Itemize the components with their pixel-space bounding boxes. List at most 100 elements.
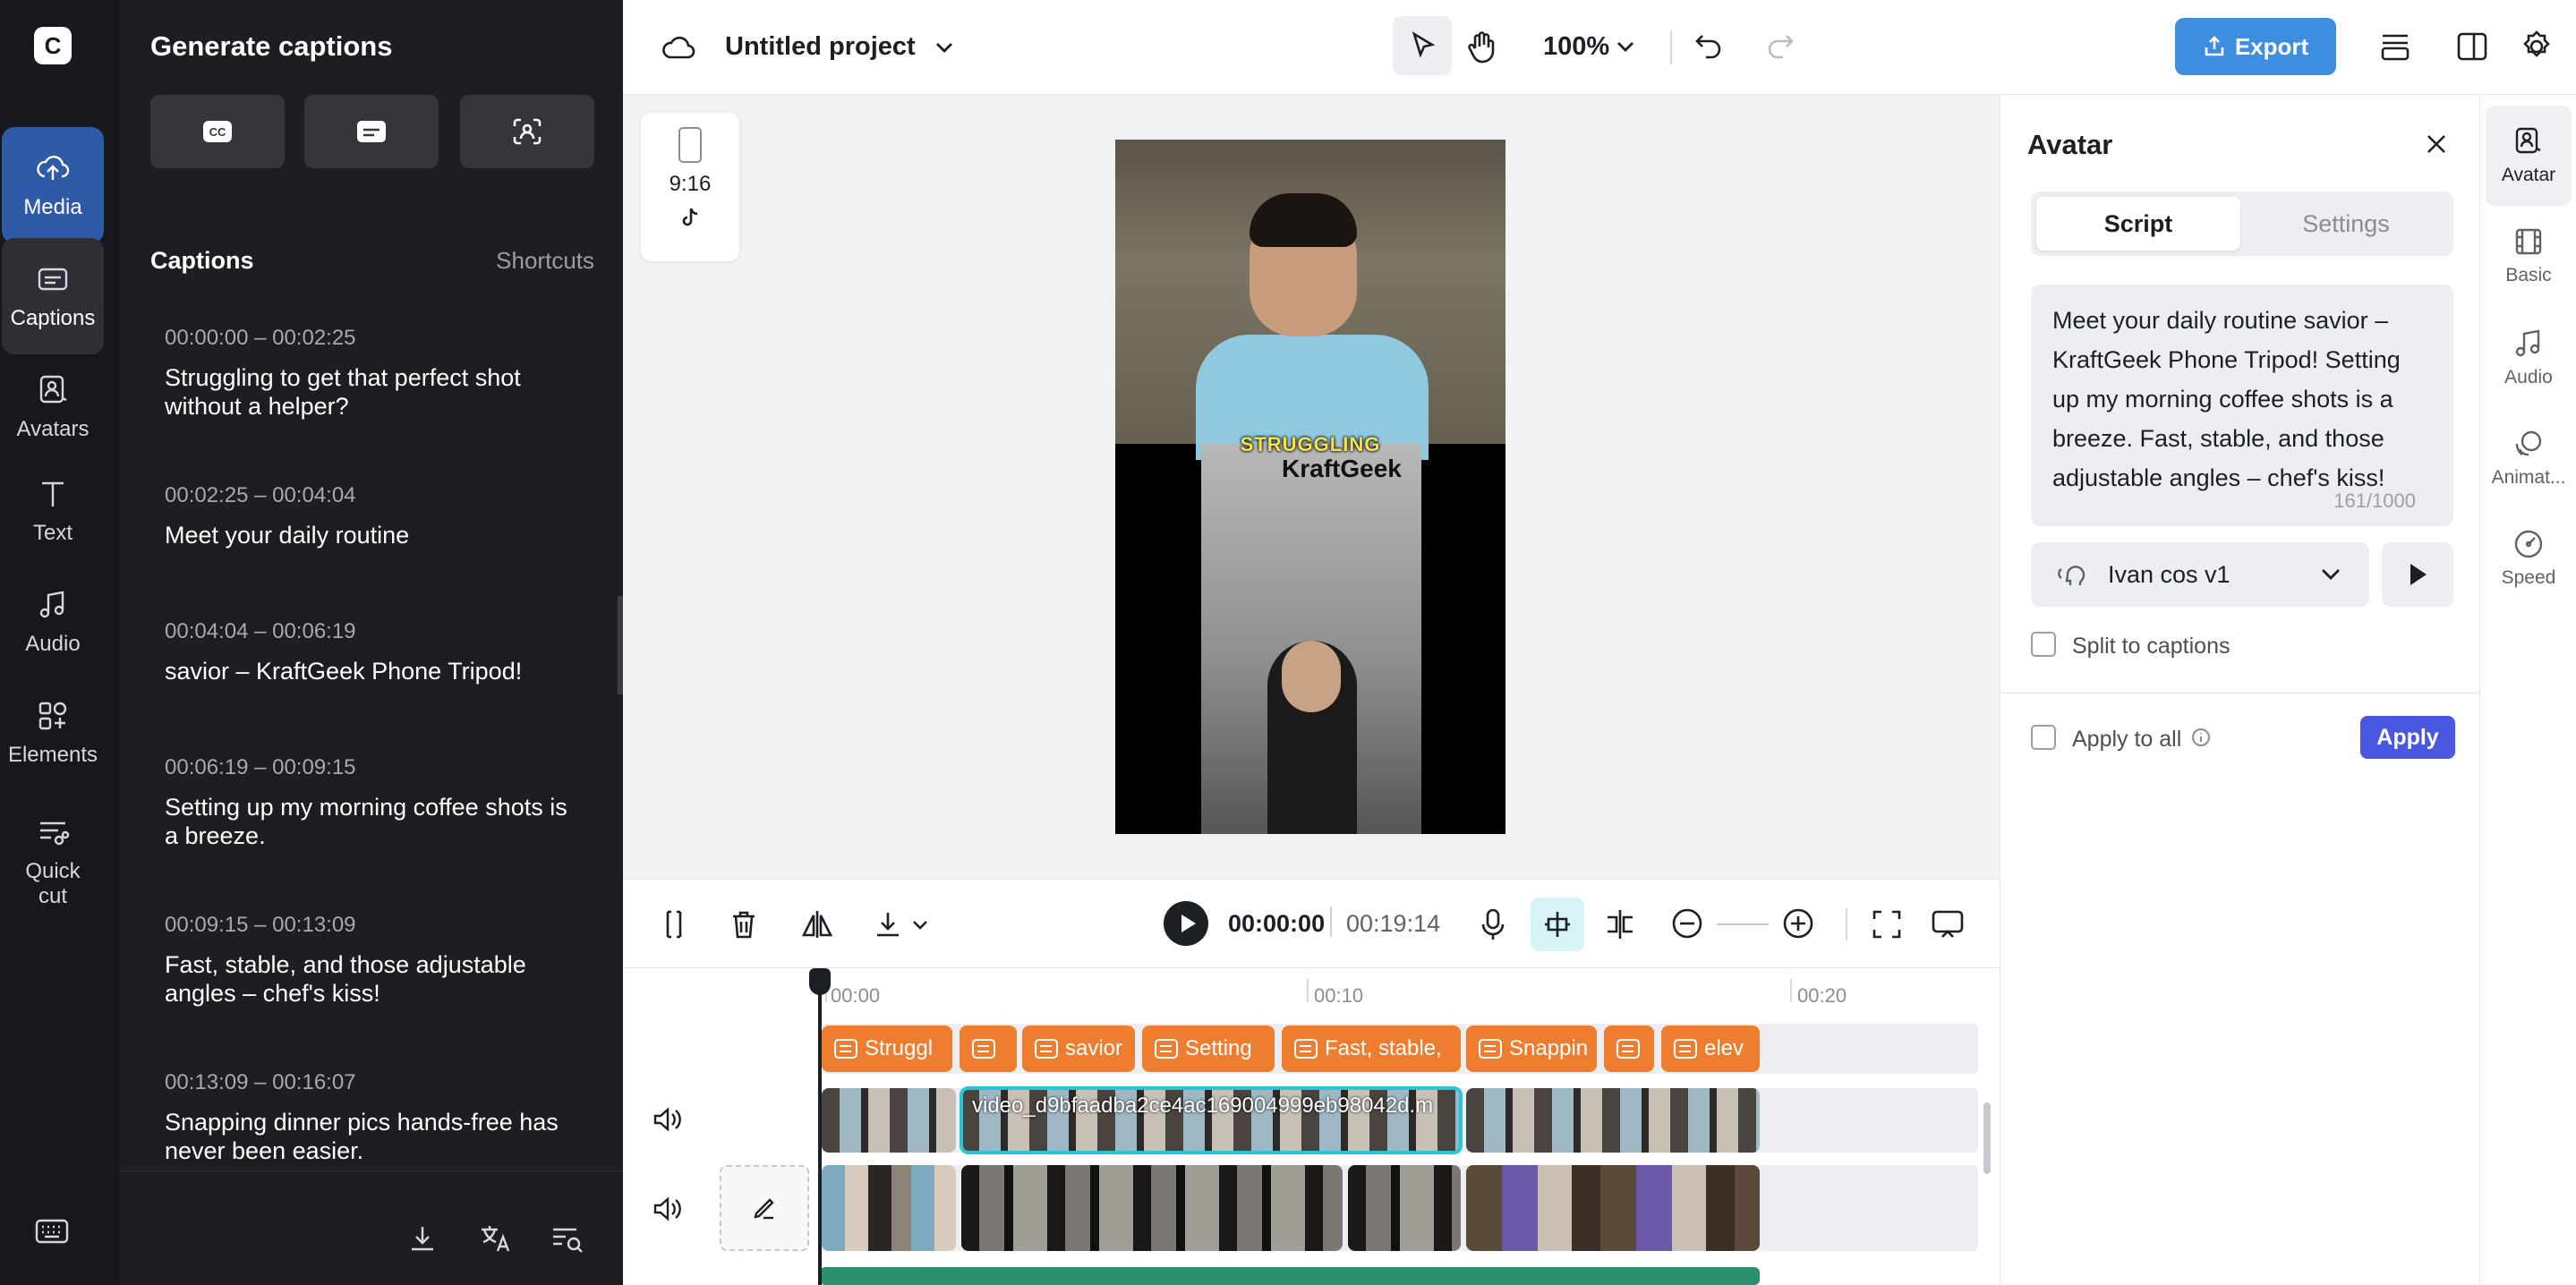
split-to-captions-checkbox[interactable] [2031, 632, 2056, 657]
gear-icon[interactable] [2519, 29, 2555, 64]
caption-overlay[interactable]: STRUGGLING [1115, 433, 1506, 456]
zoom-slider[interactable] [1717, 923, 1769, 925]
mirror-icon[interactable] [800, 908, 834, 940]
caption-text[interactable]: Setting up my morning coffee shots is a … [165, 793, 585, 850]
fit-screen-icon[interactable] [1871, 908, 1903, 940]
project-title[interactable]: Untitled project [725, 32, 916, 62]
microphone-icon[interactable] [1479, 906, 1507, 942]
close-panel-button[interactable] [2423, 131, 2450, 162]
caption-clip[interactable]: Snappin [1466, 1025, 1597, 1072]
caption-item[interactable]: 00:04:04 – 00:06:19 savior – KraftGeek P… [165, 619, 585, 685]
video-preview[interactable]: STRUGGLING KraftGeek [1115, 140, 1506, 834]
caption-text[interactable]: Struggling to get that perfect shot with… [165, 363, 585, 421]
caption-clip[interactable] [960, 1025, 1017, 1072]
caption-item[interactable]: 00:13:09 – 00:16:07 Snapping dinner pics… [165, 1070, 585, 1165]
search-replace-icon[interactable] [550, 1222, 585, 1255]
video-clip[interactable] [1466, 1165, 1760, 1251]
apply-to-all-checkbox[interactable] [2031, 725, 2056, 750]
cloud-sync-icon[interactable] [661, 30, 696, 63]
nav-item-media[interactable]: Media [2, 127, 104, 243]
zoom-in-icon[interactable] [1781, 906, 1815, 940]
keyboard-shortcuts-button[interactable] [34, 1217, 70, 1250]
caption-clip[interactable]: Struggl [822, 1025, 952, 1072]
tab-settings[interactable]: Settings [2244, 197, 2448, 251]
preview-mode-icon[interactable] [1930, 906, 1966, 942]
caption-clip[interactable] [1604, 1025, 1654, 1072]
info-icon[interactable] [2190, 727, 2212, 748]
caption-clip[interactable]: savior [1022, 1025, 1135, 1072]
caption-text[interactable]: Snapping dinner pics hands-free has neve… [165, 1108, 585, 1165]
nav-item-text[interactable]: Text [2, 453, 104, 569]
caption-clip[interactable]: Setting [1142, 1025, 1275, 1072]
snap-toggle[interactable] [1531, 898, 1584, 951]
avatar-video-clip[interactable] [1466, 1088, 1760, 1153]
subtitle-style-button[interactable] [304, 95, 439, 168]
timeline-scrollbar[interactable] [1983, 1102, 1991, 1174]
play-button[interactable] [1164, 901, 1208, 946]
tool-audio[interactable]: Audio [2486, 313, 2572, 403]
aspect-ratio-picker[interactable]: 9:16 [641, 113, 739, 261]
nav-item-audio[interactable]: Audio [2, 564, 104, 680]
video-clip[interactable] [1348, 1165, 1461, 1251]
caption-item[interactable]: 00:09:15 – 00:13:09 Fast, stable, and th… [165, 913, 585, 1008]
chevron-down-icon[interactable] [1615, 36, 1636, 57]
split-icon[interactable] [661, 908, 687, 940]
layers-icon[interactable] [2377, 29, 2413, 64]
preview-canvas[interactable]: 9:16 STRUGGLING KraftGeek [623, 95, 2000, 879]
track-mute-button[interactable] [652, 1196, 682, 1227]
panel-layout-icon[interactable] [2454, 29, 2490, 64]
caption-clip[interactable]: Fast, stable, [1282, 1025, 1461, 1072]
undo-icon[interactable] [1693, 30, 1724, 61]
export-button[interactable]: Export [2175, 18, 2336, 75]
audio-track-clip[interactable] [820, 1267, 1760, 1285]
brand-overlay[interactable]: KraftGeek [1282, 455, 1402, 483]
zoom-out-icon[interactable] [1670, 906, 1704, 940]
playhead[interactable] [809, 968, 831, 1285]
tool-avatar[interactable]: Avatar [2486, 106, 2572, 206]
caption-item[interactable]: 00:00:00 – 00:02:25 Struggling to get th… [165, 326, 585, 421]
video-clip[interactable] [961, 1165, 1343, 1251]
avatar-video-clip[interactable] [822, 1088, 956, 1153]
select-tool-button[interactable] [1393, 16, 1452, 75]
split-at-playhead-icon[interactable] [1602, 906, 1638, 942]
track-mute-button[interactable] [652, 1106, 682, 1137]
hand-icon[interactable] [1466, 30, 1498, 64]
edit-cover-button[interactable] [720, 1165, 809, 1251]
timeline[interactable]: 00:00 00:10 00:20 Struggl savior Setting… [623, 968, 2000, 1285]
zoom-level[interactable]: 100% [1543, 32, 1609, 62]
tool-speed[interactable]: Speed [2486, 514, 2572, 603]
tab-script[interactable]: Script [2036, 197, 2240, 251]
download-icon[interactable] [872, 908, 904, 940]
nav-item-captions[interactable]: Captions [2, 238, 104, 354]
caption-item[interactable]: 00:06:19 – 00:09:15 Setting up my mornin… [165, 755, 585, 850]
shortcuts-link[interactable]: Shortcuts [496, 247, 594, 275]
animation-icon [2515, 430, 2542, 456]
redo-icon[interactable] [1765, 30, 1796, 61]
magnet-icon [1545, 912, 1570, 937]
trash-icon[interactable] [729, 908, 759, 940]
download-icon[interactable] [406, 1222, 439, 1255]
chevron-down-icon[interactable] [933, 36, 956, 59]
video-clip[interactable] [822, 1165, 956, 1251]
nav-item-elements[interactable]: Elements [2, 675, 104, 791]
tool-animation[interactable]: Animat... [2486, 413, 2572, 503]
app-logo[interactable]: C [34, 27, 72, 64]
presenter-hair [1250, 193, 1357, 247]
apply-button[interactable]: Apply [2360, 716, 2455, 759]
tool-basic[interactable]: Basic [2486, 211, 2572, 301]
translate-icon[interactable] [478, 1222, 514, 1255]
cc-style-button[interactable]: CC [150, 95, 285, 168]
caption-text[interactable]: Fast, stable, and those adjustable angle… [165, 950, 585, 1008]
auto-detect-button[interactable] [460, 95, 594, 168]
nav-item-quick-cut[interactable]: Quick cut [2, 795, 104, 929]
caption-text[interactable]: Meet your daily routine [165, 521, 585, 549]
caption-item[interactable]: 00:02:25 – 00:04:04 Meet your daily rout… [165, 483, 585, 549]
script-textarea[interactable]: Meet your daily routine savior – KraftGe… [2031, 285, 2453, 526]
caption-clip[interactable]: elev [1661, 1025, 1760, 1072]
chevron-down-icon[interactable] [911, 919, 929, 932]
voice-preview-play-button[interactable] [2382, 542, 2453, 607]
avatar-video-clip-selected[interactable]: video_d9bfaadba2ce4ac169004999eb98042d.m [960, 1086, 1463, 1154]
caption-text[interactable]: savior – KraftGeek Phone Tripod! [165, 657, 585, 685]
voice-select[interactable]: Ivan cos v1 [2031, 542, 2369, 607]
nav-item-avatars[interactable]: Avatars [2, 349, 104, 465]
